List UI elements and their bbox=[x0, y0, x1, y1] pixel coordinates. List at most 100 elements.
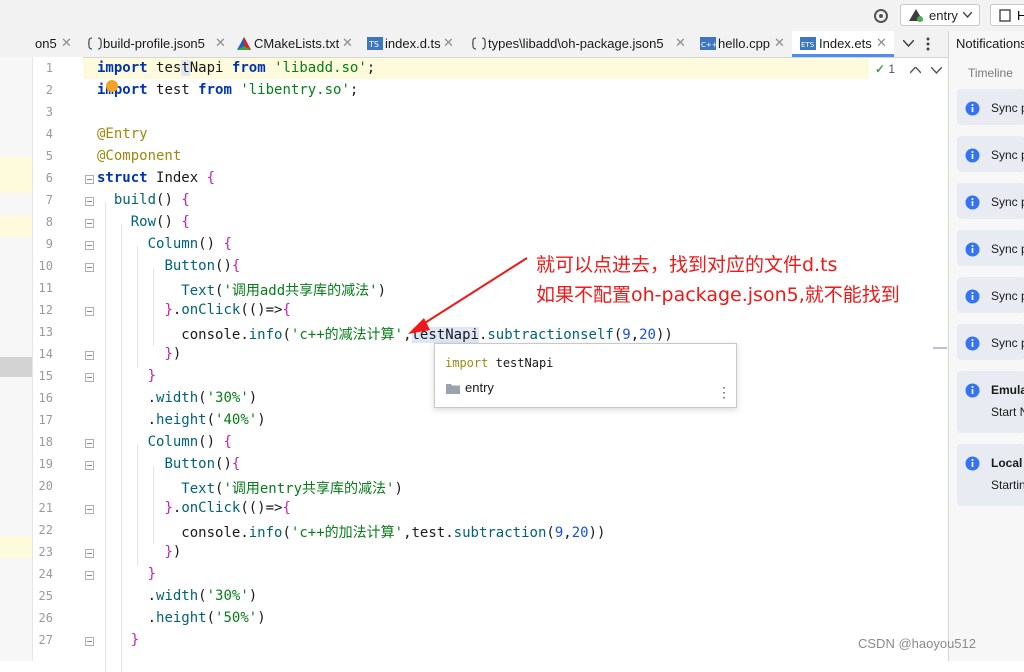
chevron-down-icon[interactable] bbox=[903, 40, 914, 47]
line-number: 12 bbox=[38, 303, 53, 317]
line-number: 16 bbox=[38, 391, 53, 405]
code-line: Row() { bbox=[130, 214, 190, 230]
tab-label: build-profile.json5 bbox=[103, 36, 205, 51]
chevron-up-icon[interactable] bbox=[910, 67, 921, 74]
tab-label: on5 bbox=[35, 36, 57, 51]
top-toolbar: entry H bbox=[0, 0, 1024, 32]
line-number: 3 bbox=[45, 105, 53, 119]
popup-module[interactable]: entry bbox=[465, 380, 494, 395]
more-options-icon[interactable]: ⋮ bbox=[717, 384, 731, 401]
close-icon[interactable]: ✕ bbox=[675, 35, 686, 51]
quick-documentation-popup[interactable]: import testNapi entry ⋮ bbox=[434, 343, 737, 408]
svg-text:C++: C++ bbox=[701, 41, 716, 49]
notification-item[interactable]: Sync p bbox=[957, 183, 1024, 219]
fold-marker-icon[interactable] bbox=[85, 439, 94, 448]
line-number: 17 bbox=[38, 413, 53, 427]
code-line: Text('调用entry共享库的减法') bbox=[181, 481, 403, 497]
notification-subtitle: Start N bbox=[991, 405, 1024, 419]
close-icon[interactable]: ✕ bbox=[215, 35, 226, 51]
code-line: }.onClick(()=>{ bbox=[164, 302, 291, 318]
fold-marker-icon[interactable] bbox=[85, 197, 94, 206]
tab-index-ets[interactable]: ETS Index.ets ✕ bbox=[792, 31, 894, 57]
check-icon: ✓ bbox=[875, 62, 886, 76]
more-icon[interactable] bbox=[926, 37, 930, 51]
code-line: .height('50%') bbox=[97, 610, 266, 626]
line-number: 27 bbox=[38, 633, 53, 647]
fold-marker-icon[interactable] bbox=[85, 549, 94, 558]
gear-icon[interactable] bbox=[872, 7, 890, 25]
code-line: }) bbox=[164, 544, 182, 560]
tab-index-d-ts[interactable]: TS index.d.ts ✕ bbox=[358, 31, 460, 57]
info-icon bbox=[965, 195, 980, 210]
tab-hello-cpp[interactable]: C++ hello.cpp ✕ bbox=[694, 31, 792, 57]
device-selector[interactable]: H bbox=[990, 4, 1024, 26]
code-line: import test from 'libentry.so'; bbox=[97, 82, 359, 98]
timeline-label[interactable]: Timeline bbox=[968, 66, 1013, 80]
notification-item[interactable]: Sync p bbox=[957, 136, 1024, 172]
notification-item[interactable]: Sync p bbox=[957, 324, 1024, 360]
fold-marker-icon[interactable] bbox=[85, 175, 94, 184]
line-number: 14 bbox=[38, 347, 53, 361]
info-icon bbox=[965, 336, 980, 351]
info-icon bbox=[965, 242, 980, 257]
cmake-icon bbox=[237, 37, 251, 50]
close-icon[interactable]: ✕ bbox=[876, 35, 887, 51]
info-icon bbox=[965, 383, 980, 398]
line-number: 20 bbox=[38, 479, 53, 493]
code-line: .height('40%') bbox=[97, 412, 266, 428]
code-line: @Component bbox=[97, 148, 182, 164]
notification-item[interactable]: Sync p bbox=[957, 230, 1024, 266]
notification-title: Sync p bbox=[991, 101, 1024, 115]
selection-marker bbox=[0, 357, 32, 377]
tab-build-profile[interactable]: build-profile.json5 ✕ bbox=[85, 31, 230, 57]
fold-marker-icon[interactable] bbox=[85, 307, 94, 316]
highlight-marker bbox=[0, 536, 32, 558]
fold-marker-icon[interactable] bbox=[85, 219, 94, 228]
line-number: 1 bbox=[45, 61, 53, 75]
code-line: }.onClick(()=>{ bbox=[164, 500, 291, 516]
info-icon bbox=[965, 101, 980, 116]
code-line: } bbox=[130, 632, 140, 648]
close-icon[interactable]: ✕ bbox=[443, 35, 454, 51]
close-icon[interactable]: ✕ bbox=[342, 35, 353, 51]
tab-on5[interactable]: on5 ✕ bbox=[30, 31, 85, 57]
intention-bulb-icon[interactable] bbox=[106, 80, 118, 92]
notification-title: Sync p bbox=[991, 289, 1024, 303]
notification-item[interactable]: Sync p bbox=[957, 89, 1024, 125]
run-config-selector[interactable]: entry bbox=[900, 4, 980, 26]
code-line: .width('30%') bbox=[97, 588, 258, 604]
fold-marker-icon[interactable] bbox=[85, 263, 94, 272]
fold-marker-icon[interactable] bbox=[85, 373, 94, 382]
fold-marker-icon[interactable] bbox=[85, 571, 94, 580]
notifications-panel: Notifications Timeline Sync p Sync p Sync … bbox=[948, 31, 1024, 661]
notification-subtitle: Startin bbox=[991, 478, 1024, 492]
tab-cmakelists[interactable]: CMakeLists.txt ✕ bbox=[230, 31, 358, 57]
info-icon bbox=[965, 289, 980, 304]
code-line: import testNapi from 'libadd.so'; bbox=[97, 60, 376, 76]
line-number: 10 bbox=[38, 259, 53, 273]
line-number: 11 bbox=[38, 281, 53, 295]
code-line: } bbox=[147, 368, 157, 384]
notification-item[interactable]: Sync p bbox=[957, 277, 1024, 313]
chevron-down-icon[interactable] bbox=[931, 67, 942, 74]
inspection-widget[interactable]: ✓ 1 bbox=[875, 62, 895, 76]
line-number: 5 bbox=[45, 149, 53, 163]
notification-title: Sync p bbox=[991, 336, 1024, 350]
notification-item[interactable]: Emula Start N bbox=[957, 371, 1024, 433]
tab-oh-package[interactable]: types\libadd\oh-package.json5 ✕ bbox=[460, 31, 694, 57]
fold-marker-icon[interactable] bbox=[85, 461, 94, 470]
notification-item[interactable]: Local Startin bbox=[957, 444, 1024, 506]
notification-title: Sync p bbox=[991, 148, 1024, 162]
json-icon bbox=[88, 37, 102, 50]
fold-marker-icon[interactable] bbox=[85, 637, 94, 646]
line-number: 4 bbox=[45, 127, 53, 141]
line-number: 26 bbox=[38, 611, 53, 625]
fold-marker-icon[interactable] bbox=[85, 351, 94, 360]
code-line: }) bbox=[164, 346, 182, 362]
close-icon[interactable]: ✕ bbox=[61, 35, 72, 51]
fold-marker-icon[interactable] bbox=[85, 505, 94, 514]
fold-marker-icon[interactable] bbox=[85, 241, 94, 250]
close-icon[interactable]: ✕ bbox=[774, 35, 785, 51]
tab-label: CMakeLists.txt bbox=[254, 36, 340, 51]
highlight-marker bbox=[0, 215, 32, 237]
